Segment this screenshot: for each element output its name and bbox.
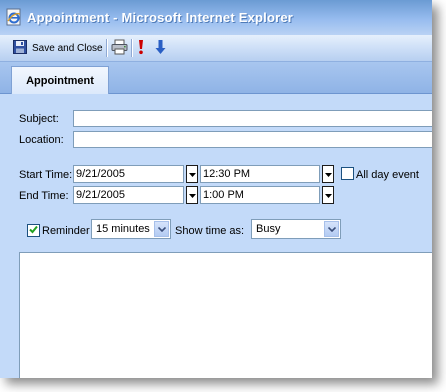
tab-label: Appointment: [26, 74, 94, 87]
checkmark-icon: [29, 225, 38, 237]
title-bar[interactable]: Appointment - Microsoft Internet Explore…: [0, 0, 432, 35]
tab-strip: Appointment: [0, 62, 432, 94]
save-and-close-button[interactable]: Save and Close: [11, 37, 105, 59]
end-time-label: End Time:: [19, 190, 69, 202]
chevron-down-icon: [324, 168, 332, 180]
print-button[interactable]: [111, 37, 128, 59]
start-time-input[interactable]: 12:30 PM: [200, 165, 320, 183]
chevron-down-icon: [188, 168, 196, 180]
show-time-as-select[interactable]: Busy: [251, 219, 341, 239]
all-day-event-label: All day event: [356, 169, 419, 181]
chevron-down-icon: [324, 189, 332, 201]
chevron-down-icon: [324, 221, 339, 237]
high-importance-icon: [136, 39, 146, 58]
reminder-select[interactable]: 15 minutes: [91, 219, 171, 239]
start-date-input[interactable]: 9/21/2005: [73, 165, 184, 183]
reminder-checkbox[interactable]: [27, 224, 40, 237]
tab-appointment[interactable]: Appointment: [11, 66, 109, 94]
start-date-dropdown-button[interactable]: [186, 165, 198, 183]
location-input[interactable]: [73, 131, 432, 148]
end-date-dropdown-button[interactable]: [186, 186, 198, 204]
toolbar-separator: [106, 39, 108, 57]
window-title: Appointment - Microsoft Internet Explore…: [27, 10, 294, 25]
notes-textarea[interactable]: [19, 252, 432, 378]
toolbar-separator: [131, 39, 133, 57]
low-importance-button[interactable]: [155, 37, 166, 59]
low-importance-icon: [155, 39, 166, 58]
end-time-dropdown-button[interactable]: [322, 186, 334, 204]
location-label: Location:: [19, 134, 64, 146]
end-date-input[interactable]: 9/21/2005: [73, 186, 184, 204]
show-time-as-label: Show time as:: [175, 225, 245, 237]
subject-label: Subject:: [19, 113, 59, 125]
all-day-event-checkbox[interactable]: [341, 167, 354, 180]
appointment-window: Appointment - Microsoft Internet Explore…: [0, 0, 432, 378]
reminder-label: Reminder: [42, 225, 90, 237]
high-importance-button[interactable]: [136, 37, 146, 59]
chevron-down-icon: [188, 189, 196, 201]
end-time-input[interactable]: 1:00 PM: [200, 186, 320, 204]
toolbar: Save and Close: [0, 35, 432, 62]
subject-input[interactable]: [73, 110, 432, 127]
start-time-label: Start Time:: [19, 169, 73, 181]
save-and-close-label: Save and Close: [32, 42, 103, 54]
save-disk-icon: [13, 39, 27, 57]
start-time-dropdown-button[interactable]: [322, 165, 334, 183]
print-icon: [111, 39, 128, 58]
appointment-form: Subject: Location: Start Time: 9/21/2005…: [0, 94, 432, 378]
chevron-down-icon: [154, 221, 169, 237]
ie-app-icon: [6, 8, 22, 26]
